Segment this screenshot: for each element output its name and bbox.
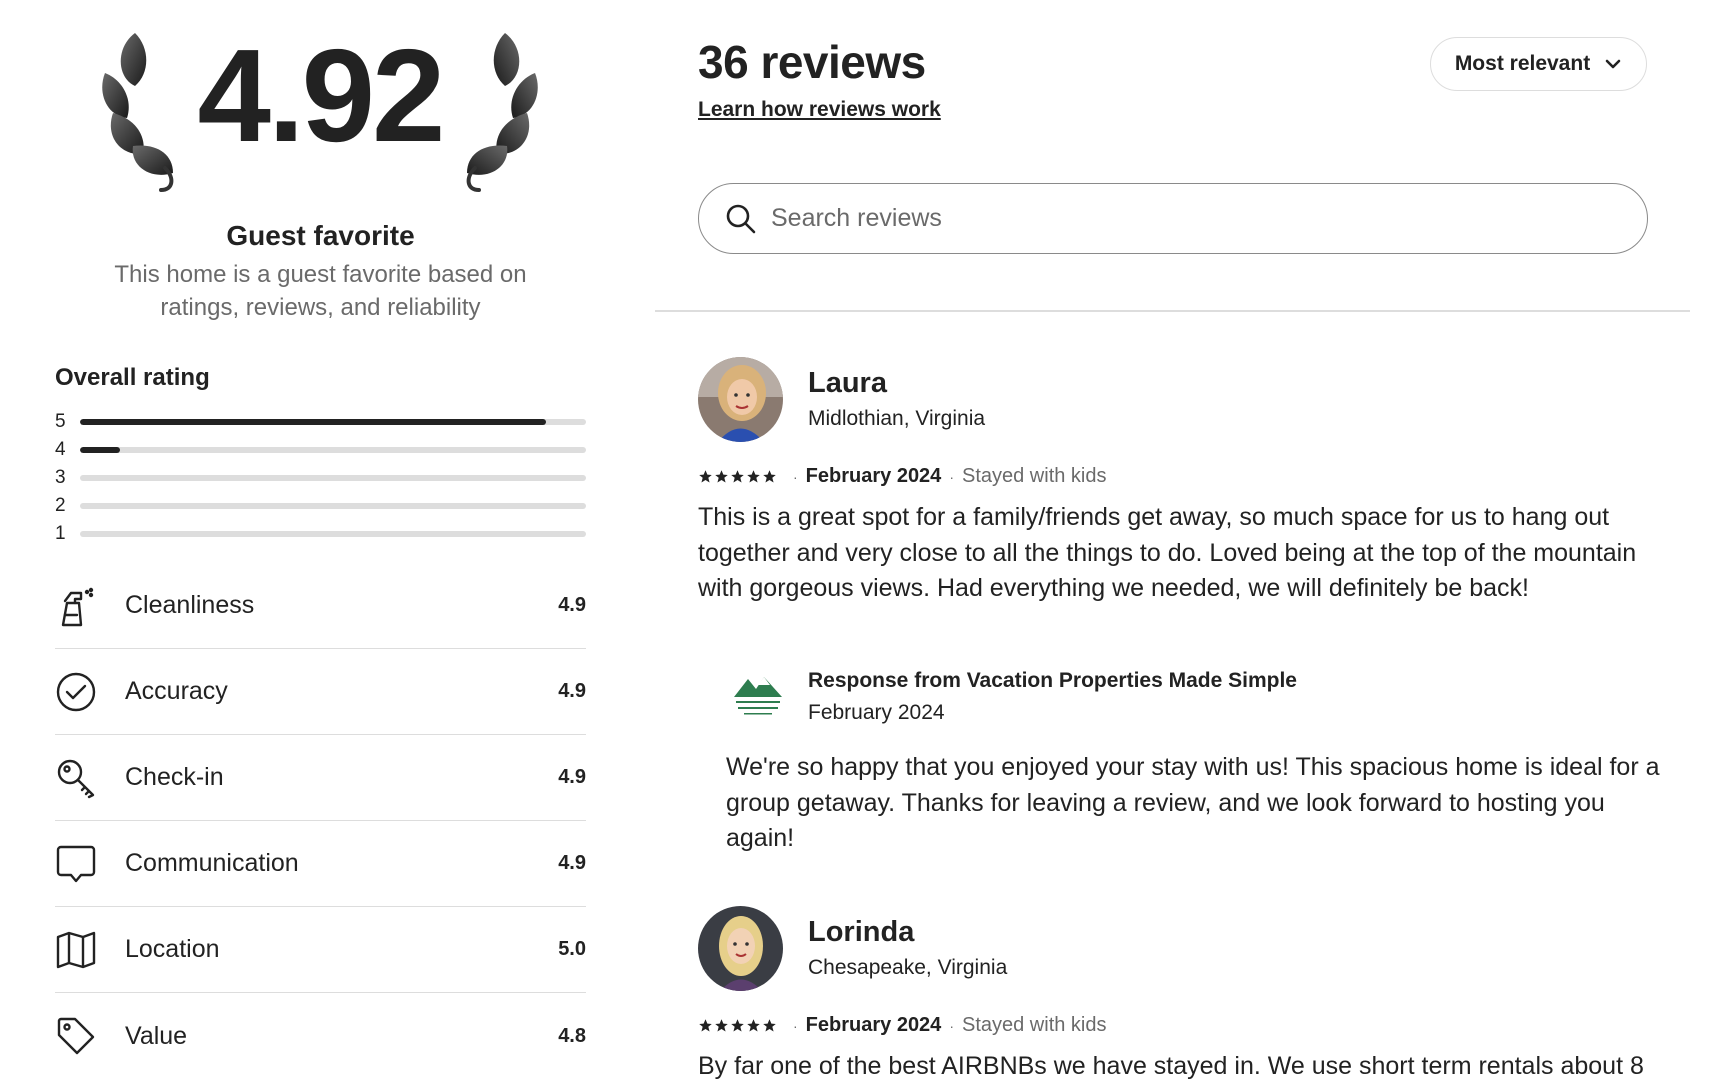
category-label: Check-in bbox=[125, 763, 224, 791]
star-rating bbox=[698, 469, 777, 484]
rating-bar-fill bbox=[80, 419, 546, 425]
search-reviews-input[interactable] bbox=[771, 204, 1571, 233]
map-icon bbox=[55, 929, 97, 971]
chevron-down-icon bbox=[1605, 59, 1621, 69]
star-icon bbox=[763, 470, 776, 483]
reviewer-name: Laura bbox=[808, 367, 887, 399]
rating-bar-stars: 1 bbox=[55, 523, 66, 544]
separator-dot: · bbox=[793, 468, 798, 485]
category-label: Communication bbox=[125, 849, 299, 877]
star-icon bbox=[747, 470, 760, 483]
category-label: Cleanliness bbox=[125, 591, 255, 619]
category-row-value: Value 4.8 bbox=[55, 993, 586, 1079]
category-value: 4.9 bbox=[558, 594, 586, 616]
review-meta: · February 2024 · Stayed with kids bbox=[698, 465, 1107, 488]
check-circle-icon bbox=[55, 671, 97, 713]
guest-favorite-title: Guest favorite bbox=[226, 220, 415, 251]
star-icon bbox=[731, 470, 744, 483]
rating-bar-track bbox=[80, 503, 586, 509]
category-row-accuracy: Accuracy 4.9 bbox=[55, 649, 586, 735]
response-date: February 2024 bbox=[808, 701, 945, 724]
category-value: 4.9 bbox=[558, 680, 586, 702]
review-stay-type: Stayed with kids bbox=[961, 465, 1107, 487]
rating-bar-row: 3 bbox=[55, 464, 586, 492]
divider bbox=[655, 310, 1690, 312]
rating-bar-track bbox=[80, 447, 586, 453]
category-label: Value bbox=[125, 1021, 188, 1050]
category-row-location: Location 5.0 bbox=[55, 907, 586, 993]
category-value: 4.9 bbox=[558, 766, 586, 788]
rating-bar-row: 4 bbox=[55, 436, 586, 464]
learn-how-reviews-work-link[interactable]: Learn how reviews work bbox=[698, 98, 941, 122]
overall-rating-label: Overall rating bbox=[55, 364, 210, 391]
tag-icon bbox=[55, 1015, 97, 1057]
rating-bar-stars: 2 bbox=[55, 495, 66, 516]
separator-dot: · bbox=[949, 468, 954, 485]
review-date: February 2024 bbox=[805, 1014, 942, 1036]
rating-bar-stars: 5 bbox=[55, 411, 66, 432]
category-row-cleanliness: Cleanliness 4.9 bbox=[55, 563, 586, 649]
star-icon bbox=[763, 1019, 776, 1032]
category-ratings: Cleanliness 4.9 Accuracy 4.9 Check-in 4.… bbox=[55, 563, 586, 1079]
rating-bar-row: 2 bbox=[55, 492, 586, 520]
response-text: We're so happy that you enjoyed your sta… bbox=[726, 753, 1660, 852]
rating-bar-fill bbox=[80, 447, 121, 453]
review-text: This is a great spot for a family/friend… bbox=[698, 503, 1637, 602]
response-from: Response from Vacation Properties Made S… bbox=[808, 669, 1297, 692]
star-icon bbox=[747, 1019, 760, 1032]
review-date: February 2024 bbox=[805, 465, 942, 487]
reviewer-name: Lorinda bbox=[808, 916, 915, 948]
sort-dropdown-button[interactable]: Most relevant bbox=[1430, 37, 1647, 91]
category-value: 5.0 bbox=[558, 938, 586, 960]
search-reviews-box[interactable] bbox=[698, 183, 1648, 254]
rating-bar-track bbox=[80, 531, 586, 537]
key-icon bbox=[55, 757, 97, 799]
review-stay-type: Stayed with kids bbox=[961, 1014, 1107, 1036]
star-icon bbox=[699, 470, 712, 483]
star-icon bbox=[715, 470, 728, 483]
rating-bar-row: 1 bbox=[55, 520, 586, 548]
reviewer-location: Midlothian, Virginia bbox=[808, 407, 986, 430]
rating-bar-track bbox=[80, 475, 586, 481]
rating-bar-row: 5 bbox=[55, 408, 586, 436]
star-icon bbox=[715, 1019, 728, 1032]
sort-label: Most relevant bbox=[1454, 52, 1591, 75]
category-value: 4.8 bbox=[558, 1024, 586, 1047]
avatar[interactable] bbox=[698, 357, 783, 442]
star-icon bbox=[731, 1019, 744, 1032]
host-logo-icon bbox=[734, 677, 782, 715]
avatar[interactable] bbox=[698, 906, 783, 991]
reviews-panel: 36 reviews Learn how reviews work Most r… bbox=[655, 0, 1719, 1080]
separator-dot: · bbox=[793, 1017, 798, 1034]
separator-dot: · bbox=[949, 1017, 954, 1034]
category-row-check-in: Check-in 4.9 bbox=[55, 735, 586, 821]
guest-favorite-description: This home is a guest favorite based on r… bbox=[114, 261, 527, 321]
spray-bottle-icon bbox=[55, 585, 97, 627]
category-label: Location bbox=[125, 935, 220, 963]
review-text: By far one of the best AIRBNBs we have s… bbox=[698, 1052, 1644, 1080]
rating-bar-stars: 4 bbox=[55, 439, 66, 460]
chat-bubble-icon bbox=[55, 843, 97, 885]
search-icon bbox=[726, 204, 756, 233]
rating-distribution: 5 4 3 2 1 bbox=[55, 408, 586, 548]
review-meta: · February 2024 · Stayed with kids bbox=[698, 1014, 1107, 1037]
category-label: Accuracy bbox=[125, 677, 228, 705]
rating-bar-stars: 3 bbox=[55, 467, 66, 488]
reviewer-location: Chesapeake, Virginia bbox=[808, 956, 1008, 979]
rating-summary-panel: 4.92 Guest favorite This home is a guest… bbox=[55, 0, 586, 1080]
category-row-communication: Communication 4.9 bbox=[55, 821, 586, 907]
rating-hero: 4.92 bbox=[95, 28, 545, 203]
star-icon bbox=[699, 1019, 712, 1032]
laurel-right-icon bbox=[466, 33, 538, 192]
rating-bar-track bbox=[80, 419, 586, 425]
category-value: 4.9 bbox=[558, 852, 586, 874]
reviews-count: 36 reviews bbox=[698, 36, 926, 88]
star-rating bbox=[698, 1018, 777, 1033]
